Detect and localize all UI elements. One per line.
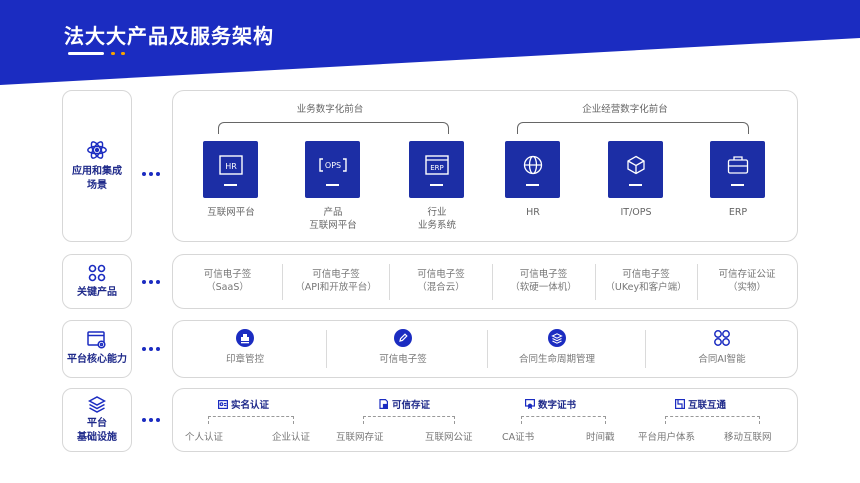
- title-accent-dot: [121, 52, 125, 55]
- layers-icon: [88, 396, 106, 413]
- layer-label: 应用和集成 场景: [72, 166, 122, 191]
- divider: [645, 330, 646, 368]
- briefcase-icon: [727, 156, 748, 174]
- scenario-tile[interactable]: [505, 141, 560, 198]
- hr-icon: HR: [218, 155, 243, 175]
- infra-heading: 可信存证: [379, 397, 430, 411]
- infra-item[interactable]: 互联网公证: [425, 429, 473, 443]
- product-item[interactable]: 可信电子签 （UKey和客户端）: [597, 268, 695, 294]
- pen-icon: [394, 329, 412, 347]
- page-title: 法大大产品及服务架构: [64, 24, 274, 48]
- layer-applications: 应用和集成 场景: [62, 90, 132, 242]
- layer-infrastructure: 平台 基础设施: [62, 388, 132, 452]
- product-item[interactable]: 可信电子签 （混合云）: [391, 268, 491, 294]
- capabilities-panel: [172, 320, 798, 378]
- cube-icon: [626, 155, 645, 175]
- scenario-label: 互联网平台: [207, 207, 255, 218]
- group-label-business: 业务数字化前台: [296, 104, 364, 115]
- infra-item[interactable]: 互联网存证: [336, 429, 384, 443]
- atom-icon: [87, 141, 107, 159]
- scenario-tile[interactable]: [608, 141, 663, 198]
- capability-label[interactable]: 合同AI智能: [662, 351, 782, 365]
- scenario-tile[interactable]: ERP: [409, 141, 464, 198]
- layer-label: 平台 基础设施: [77, 418, 117, 443]
- scenario-label: 行业 业务系统: [417, 207, 456, 231]
- product-item[interactable]: 可信电子签 （API和开放平台）: [284, 268, 388, 294]
- product-item[interactable]: 可信电子签 （软硬一体机）: [494, 268, 593, 294]
- ops-icon: OPS: [318, 158, 347, 172]
- scenario-tile[interactable]: [710, 141, 765, 198]
- divider: [326, 330, 327, 368]
- infra-item[interactable]: 个人认证: [185, 429, 223, 443]
- infra-heading: 互联互通: [675, 397, 726, 411]
- link-icon: [675, 399, 685, 409]
- infra-bracket: [521, 416, 606, 424]
- infra-item[interactable]: 平台用户体系: [638, 429, 695, 443]
- layer-key-products: 关键产品: [62, 254, 132, 309]
- product-item[interactable]: 可信存证公证 （实物）: [699, 268, 795, 294]
- layer-core-capabilities: 平台核心能力: [62, 320, 132, 378]
- stamp-icon: [236, 329, 254, 347]
- infra-bracket: [208, 416, 294, 424]
- group-label-enterprise: 企业经营数字化前台: [582, 104, 668, 115]
- connector-dots: [142, 418, 162, 422]
- title-accent-dot: [111, 52, 115, 55]
- connector-dots: [142, 347, 162, 351]
- infra-item[interactable]: 移动互联网: [724, 429, 772, 443]
- group-bracket: [517, 122, 749, 134]
- scenario-label: ERP: [728, 207, 748, 218]
- title-underline: [68, 52, 104, 55]
- infra-item[interactable]: 时间戳: [586, 429, 615, 443]
- product-item[interactable]: 可信电子签 （SaaS）: [175, 268, 280, 294]
- divider: [492, 264, 493, 300]
- doc-lock-icon: [379, 399, 388, 409]
- capability-label[interactable]: 合同生命周期管理: [497, 351, 617, 365]
- scenario-tile[interactable]: OPS: [305, 141, 360, 198]
- divider: [282, 264, 283, 300]
- ai-grid-icon: [714, 330, 730, 346]
- scenario-label: HR: [526, 207, 540, 218]
- divider: [697, 264, 698, 300]
- stack-icon: [548, 329, 566, 347]
- divider: [389, 264, 390, 300]
- infra-item[interactable]: 企业认证: [272, 429, 310, 443]
- divider: [595, 264, 596, 300]
- scenario-label: IT/OPS: [620, 207, 652, 218]
- capability-label[interactable]: 可信电子签: [343, 351, 463, 365]
- capability-label[interactable]: 印章管控: [185, 351, 305, 365]
- infra-heading: 数字证书: [525, 397, 576, 411]
- infra-heading: 实名认证: [218, 397, 269, 411]
- layer-label: 平台核心能力: [67, 354, 127, 365]
- globe-icon: [523, 155, 542, 175]
- connector-dots: [142, 280, 162, 284]
- infra-bracket: [665, 416, 760, 424]
- certificate-icon: [525, 399, 535, 409]
- svg-text:OPS: OPS: [324, 161, 340, 170]
- id-card-icon: [218, 399, 228, 409]
- divider: [487, 330, 488, 368]
- layer-label: 关键产品: [77, 286, 117, 298]
- infra-item[interactable]: CA证书: [502, 429, 534, 443]
- scenario-label: 产品 互联网平台: [309, 207, 357, 231]
- svg-text:HR: HR: [225, 162, 237, 171]
- svg-text:ERP: ERP: [430, 164, 444, 172]
- grid-icon: [88, 264, 106, 281]
- erp-icon: ERP: [424, 155, 449, 175]
- group-bracket: [218, 122, 449, 134]
- window-gear-icon: [87, 331, 106, 349]
- connector-dots: [142, 172, 162, 176]
- scenario-tile[interactable]: HR: [203, 141, 258, 198]
- infra-bracket: [363, 416, 455, 424]
